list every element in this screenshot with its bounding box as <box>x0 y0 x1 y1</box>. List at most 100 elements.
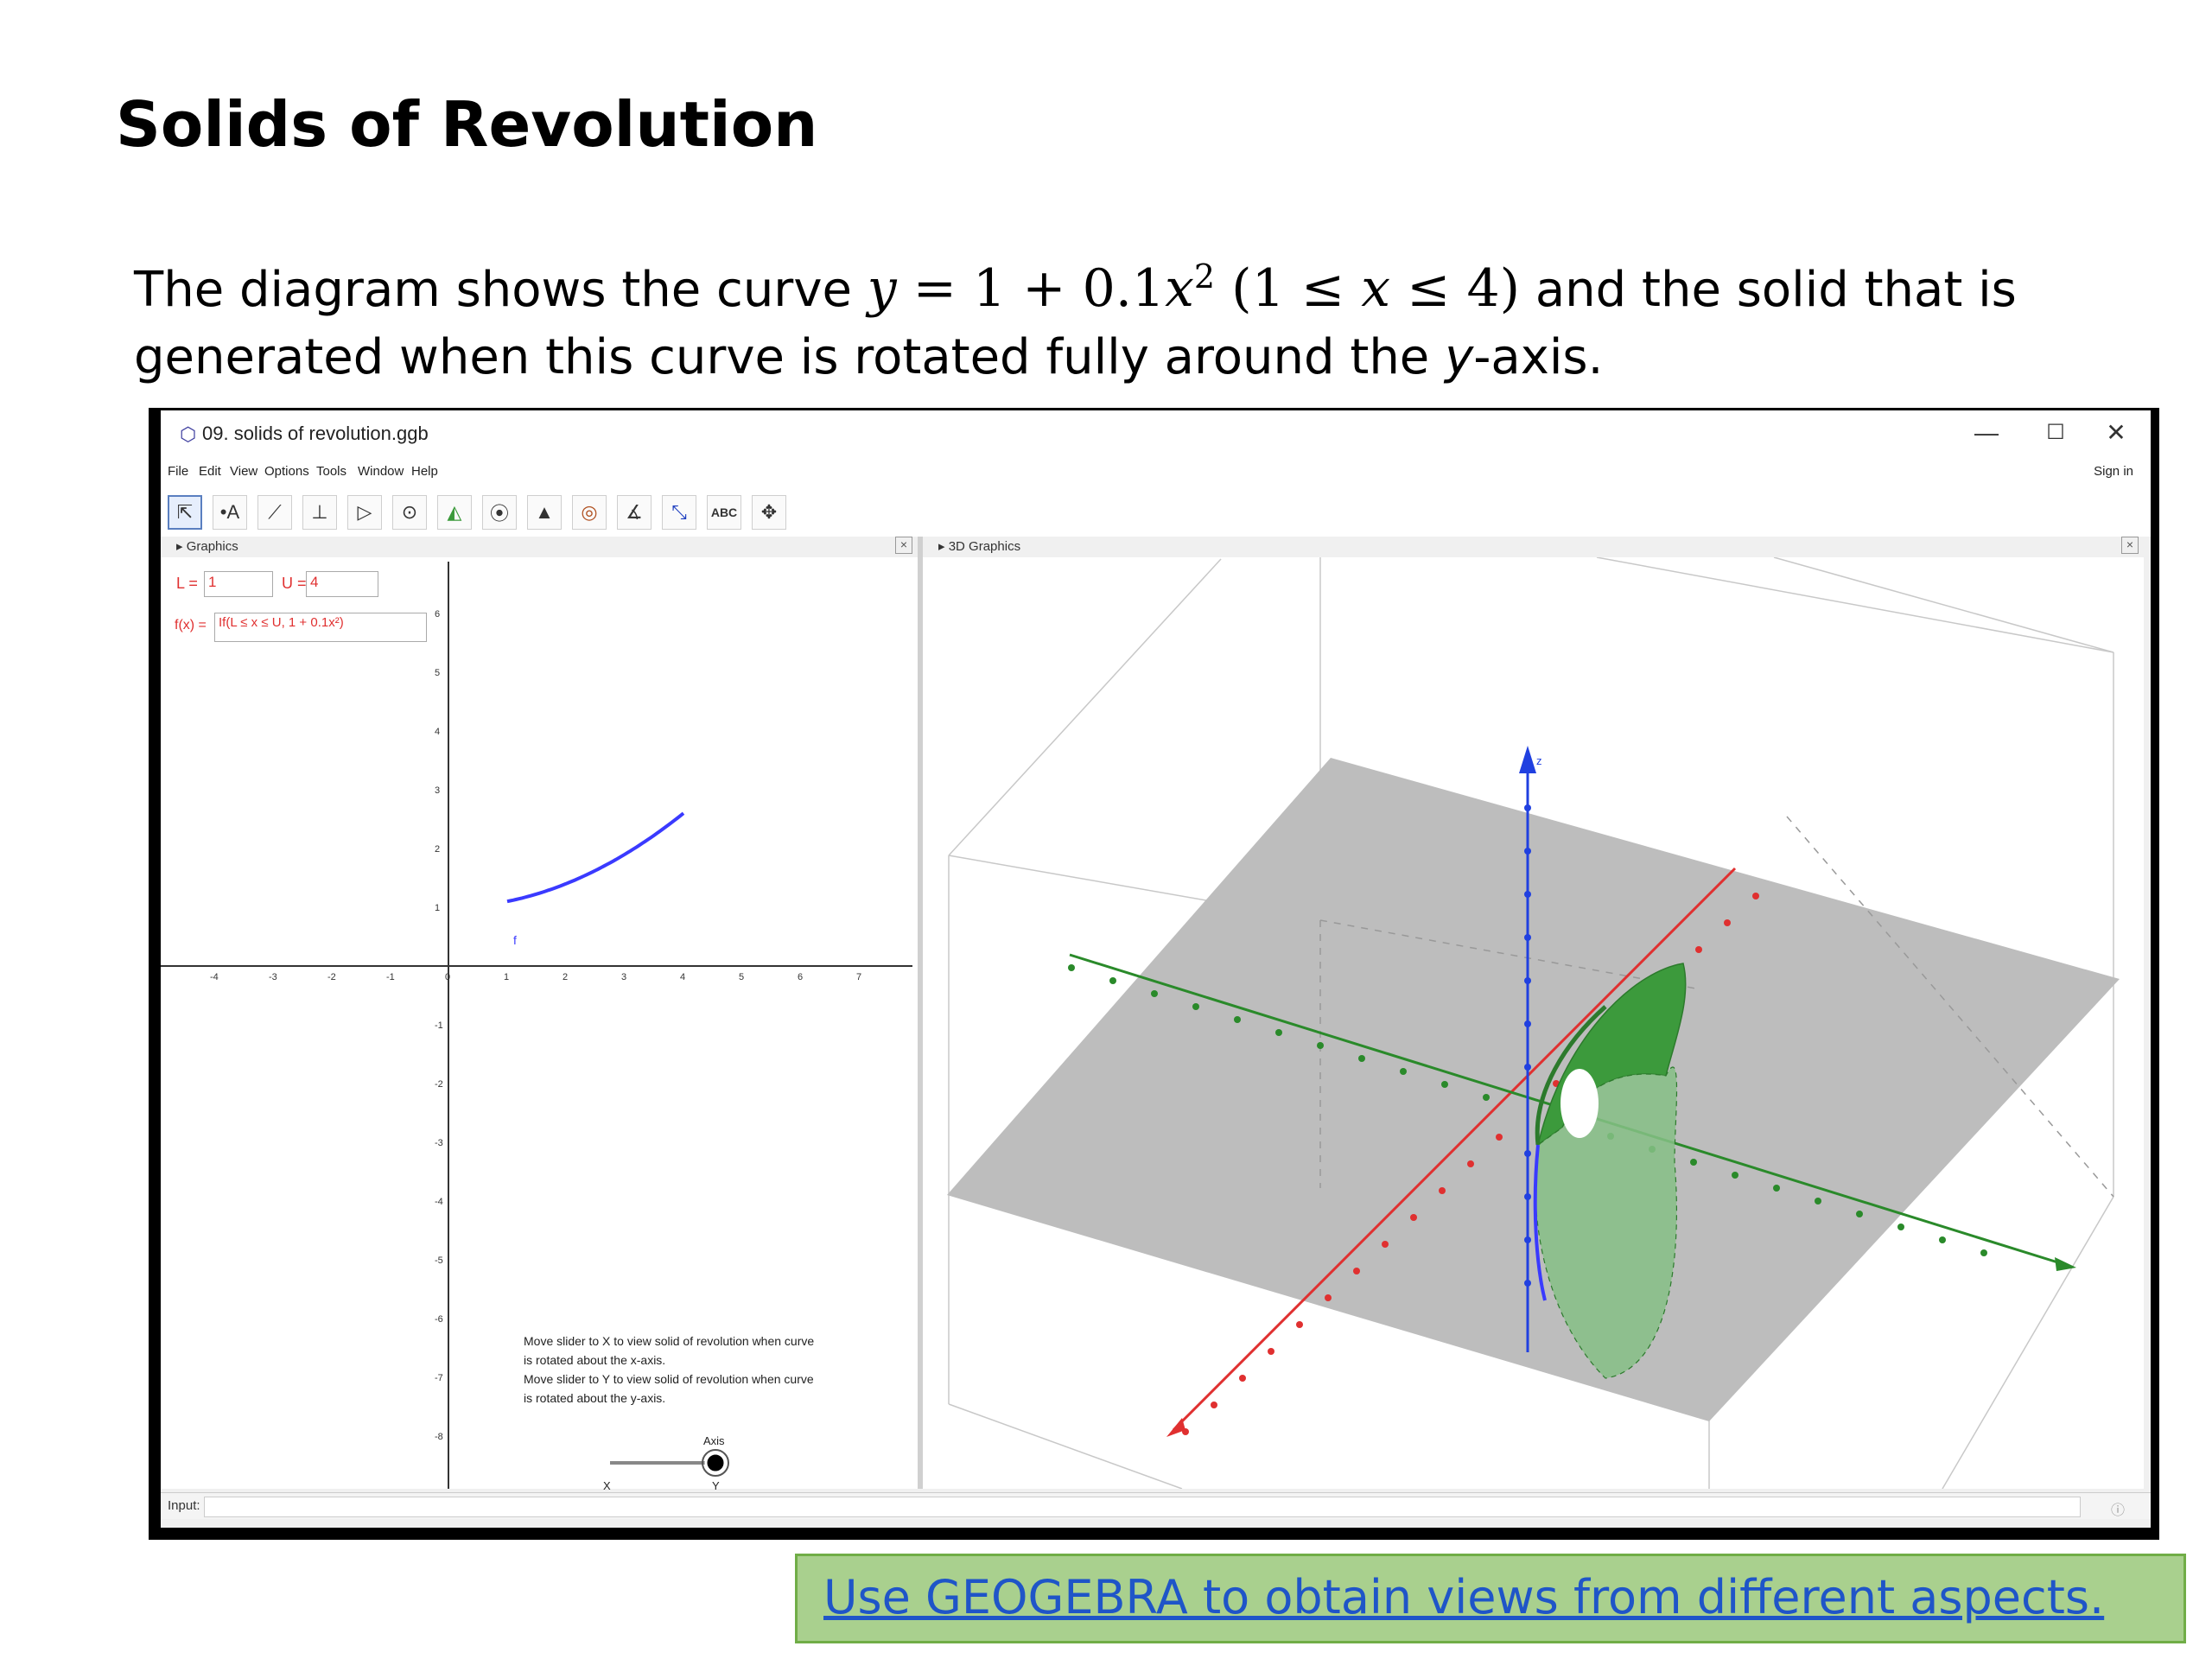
y-tick-label: 6 <box>435 609 440 620</box>
instructions-text: Move slider to X to view solid of revolu… <box>524 1334 815 1405</box>
axis-slider-handle[interactable] <box>704 1452 727 1474</box>
y-axis-tick <box>1897 1224 1904 1230</box>
move-tool-button[interactable]: ⇱ <box>168 495 202 530</box>
y-axis-tick <box>1773 1185 1780 1192</box>
x-axis-tick <box>1296 1321 1303 1328</box>
x-axis-tick <box>1239 1375 1246 1382</box>
z-axis-tick <box>1524 1150 1531 1157</box>
x-tick-label: -2 <box>327 972 336 982</box>
graphics3d-panel-close-button[interactable]: × <box>2121 537 2139 554</box>
y-axis-tick <box>1151 990 1158 997</box>
z-axis-tick <box>1524 804 1531 811</box>
z-axis-tick <box>1524 1064 1531 1071</box>
y-tick-label: 2 <box>435 844 440 855</box>
x-axis-tick <box>1410 1214 1417 1221</box>
y-axis-tick <box>1358 1055 1365 1062</box>
circle-tool-button[interactable]: ⊙ <box>392 495 427 530</box>
z-axis-arrow <box>1519 746 1536 773</box>
y-tick-label: 5 <box>435 668 440 678</box>
x-tick-label: -4 <box>210 972 219 982</box>
x-axis-tick <box>1211 1402 1217 1408</box>
x-axis-tick <box>1724 919 1731 926</box>
y-axis-tick <box>1441 1081 1448 1088</box>
L-label: L = <box>176 575 198 592</box>
perpendicular-tool-button[interactable]: ⊥ <box>302 495 337 530</box>
line-tool-button[interactable]: ⟋ <box>257 495 292 530</box>
input-help-icon[interactable]: ⓘ <box>2111 1498 2125 1519</box>
y-axis-tick <box>1317 1042 1324 1049</box>
y-axis-tick <box>1483 1094 1490 1101</box>
z-axis-tick <box>1524 1280 1531 1287</box>
window-titlebar: ⬡ 09. solids of revolution.ggb — ☐ ✕ <box>161 410 2151 455</box>
menu-window[interactable]: Window <box>358 464 404 479</box>
graphics-2d-view[interactable]: -4 -3 -2 -1 0 1 2 3 4 5 6 7 6 5 4 3 2 1 -1 -2 -3 -4 -5 -6 -7 -8 … <box>161 557 918 1492</box>
graphics-panel-header: ▸ Graphics × <box>161 537 918 556</box>
y-tick-labels: 6 5 4 3 2 1 -1 -2 -3 -4 -5 -6 -7 -8 <box>435 609 443 1442</box>
plane-tool-button[interactable]: ◭ <box>437 495 472 530</box>
sign-in-link[interactable]: Sign in <box>2094 464 2133 479</box>
toolbar: ⇱ •A ⟋ ⊥ ▷ ⊙ ◭ ⦿ ▲ ◎ ∡ ⤡ ABC ✥ ↶ ↷ ⊙ ⚙ <box>161 486 2151 611</box>
graphics-panel-close-button[interactable]: × <box>895 537 912 554</box>
reflect-tool-button[interactable]: ⤡ <box>662 495 696 530</box>
angle-tool-button[interactable]: ∡ <box>617 495 652 530</box>
z-axis-tick <box>1524 934 1531 941</box>
x-axis-tick <box>1325 1294 1332 1301</box>
y-axis-tick <box>1939 1236 1946 1243</box>
y-tick-label: -1 <box>435 1020 443 1031</box>
polygon-tool-button[interactable]: ▷ <box>347 495 382 530</box>
menu-help[interactable]: Help <box>411 464 438 479</box>
x-tick-label: -1 <box>386 972 395 982</box>
move-graphics-tool-button[interactable]: ✥ <box>752 495 786 530</box>
y-tick-label: -2 <box>435 1079 443 1090</box>
slide-description: The diagram shows the curve y = 1 + 0.1x… <box>134 257 2017 385</box>
graphics-panel-title: ▸ Graphics <box>176 539 238 554</box>
curve-f[interactable] <box>506 811 685 904</box>
x-tick-label: 4 <box>680 972 685 982</box>
x-axis-tick <box>1695 946 1702 953</box>
y-axis-tick <box>1400 1068 1407 1075</box>
menu-tools[interactable]: Tools <box>316 464 346 479</box>
menu-edit[interactable]: Edit <box>199 464 221 479</box>
y-axis-tick <box>1234 1016 1241 1023</box>
f-input[interactable]: If(L ≤ x ≤ U, 1 + 0.1x²) <box>214 613 427 642</box>
y-tick-label: -5 <box>435 1255 443 1266</box>
input-field[interactable] <box>204 1497 2081 1517</box>
point-tool-button[interactable]: •A <box>213 495 247 530</box>
close-button[interactable]: ✕ <box>2082 416 2151 450</box>
x-tick-label: 6 <box>798 972 803 982</box>
x-axis-tick <box>1268 1348 1274 1355</box>
x-axis-tick <box>1467 1160 1474 1167</box>
geogebra-link[interactable]: Use GEOGEBRA to obtain views from differ… <box>823 1570 2104 1624</box>
z-axis-tick <box>1524 977 1531 984</box>
geogebra-window: ⬡ 09. solids of revolution.ggb — ☐ ✕ Fil… <box>149 408 2159 1540</box>
y-tick-label: 4 <box>435 727 440 737</box>
xy-plane <box>947 758 2120 1421</box>
graphics-3d-view[interactable]: z <box>923 557 2144 1489</box>
z-axis-tick <box>1524 1236 1531 1243</box>
U-label: U = <box>282 575 307 592</box>
x-axis-tick <box>1439 1187 1446 1194</box>
z-axis-tick <box>1524 1193 1531 1200</box>
menu-view[interactable]: View <box>230 464 257 479</box>
minimize-button[interactable]: — <box>1952 416 2021 450</box>
U-input[interactable]: 4 <box>306 571 378 597</box>
x-axis-arrow <box>1166 1418 1185 1437</box>
maximize-button[interactable]: ☐ <box>2021 416 2090 450</box>
geogebra-callout: Use GEOGEBRA to obtain views from differ… <box>795 1554 2186 1643</box>
y-axis-tick <box>1109 977 1116 984</box>
y-tick-label: 3 <box>435 785 440 796</box>
pyramid-tool-button[interactable]: ▲ <box>527 495 562 530</box>
text-tool-button[interactable]: ABC <box>707 495 741 530</box>
x-tick-label: 7 <box>856 972 861 982</box>
L-input[interactable]: 1 <box>204 571 273 597</box>
y-axis-tick <box>1856 1211 1863 1217</box>
menu-file[interactable]: File <box>168 464 188 479</box>
x-axis-tick <box>1353 1268 1360 1274</box>
intersect-tool-button[interactable]: ⦿ <box>482 495 517 530</box>
menu-options[interactable]: Options <box>264 464 309 479</box>
y-axis-tick <box>1815 1198 1821 1205</box>
graphics3d-panel-title: ▸ 3D Graphics <box>938 539 1021 554</box>
graphics-3d-canvas[interactable]: z <box>923 557 2144 1489</box>
sphere-tool-button[interactable]: ◎ <box>572 495 607 530</box>
x-axis-tick <box>1182 1428 1189 1435</box>
